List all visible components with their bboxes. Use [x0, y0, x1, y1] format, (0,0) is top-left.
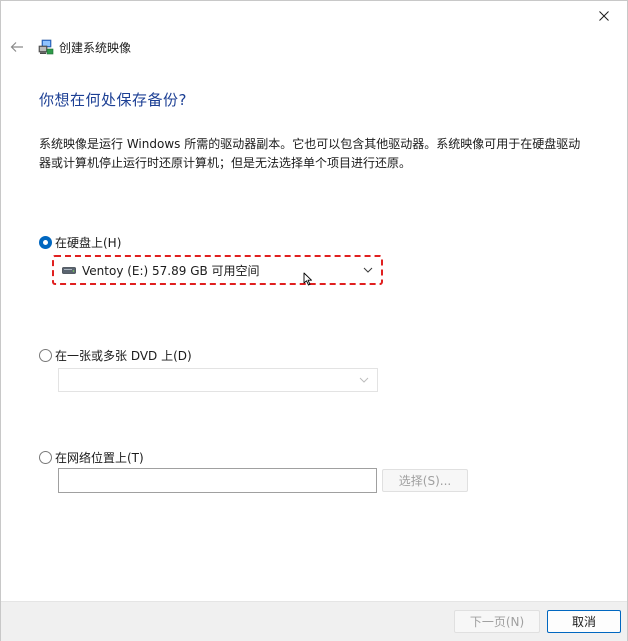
dvd-dropdown[interactable]: [58, 368, 378, 392]
title-bar: 创建系统映像: [9, 37, 131, 57]
close-icon: [599, 11, 609, 21]
radio-dvd[interactable]: [39, 349, 52, 362]
system-image-icon: [38, 39, 54, 55]
radio-label-hard-disk: 在硬盘上(H): [55, 236, 122, 250]
next-button[interactable]: 下一页(N): [454, 610, 540, 633]
network-location-input[interactable]: [58, 468, 377, 493]
radio-option-hard-disk[interactable]: 在硬盘上(H): [39, 234, 121, 251]
page-heading: 你想在何处保存备份?: [39, 91, 187, 109]
cancel-button[interactable]: 取消: [547, 610, 621, 633]
hard-disk-dropdown-value: Ventoy (E:) 57.89 GB 可用空间: [82, 263, 260, 278]
window-title: 创建系统映像: [59, 40, 132, 55]
radio-label-dvd: 在一张或多张 DVD 上(D): [55, 349, 192, 363]
radio-network[interactable]: [39, 451, 52, 464]
radio-hard-disk[interactable]: [39, 236, 52, 249]
radio-option-dvd[interactable]: 在一张或多张 DVD 上(D): [39, 347, 192, 364]
mouse-cursor-icon: [303, 272, 312, 286]
drive-icon: [62, 266, 76, 274]
back-button[interactable]: [9, 39, 25, 55]
radio-option-network[interactable]: 在网络位置上(T): [39, 449, 144, 466]
chevron-down-icon: [359, 377, 369, 383]
close-button[interactable]: [581, 1, 627, 31]
select-button[interactable]: 选择(S)...: [382, 469, 468, 492]
back-arrow-icon: [10, 42, 23, 52]
radio-label-network: 在网络位置上(T): [55, 451, 144, 465]
page-description: 系统映像是运行 Windows 所需的驱动器副本。它也可以包含其他驱动器。系统映…: [39, 137, 581, 170]
create-system-image-window: 创建系统映像 你想在何处保存备份? 系统映像是运行 Windows 所需的驱动器…: [0, 0, 628, 641]
hard-disk-dropdown[interactable]: Ventoy (E:) 57.89 GB 可用空间: [52, 255, 383, 285]
chevron-down-icon: [363, 267, 373, 273]
